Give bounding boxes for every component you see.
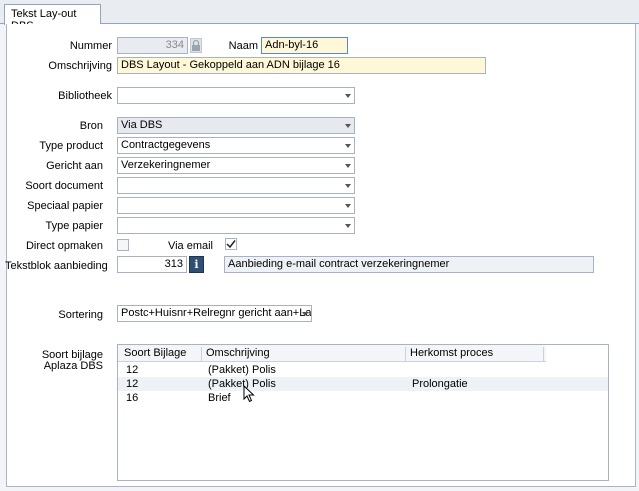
tekstblok-number-field[interactable]: 313 [117,256,187,273]
dropdown-arrow-icon [345,184,351,188]
sortering-label: Sortering [58,309,103,321]
bron-value: Via DBS [121,119,163,131]
cell-soort: 16 [126,392,139,404]
tekstblok-label: Tekstblok aanbieding [5,260,108,272]
gericht-aan-value: Verzekeringnemer [121,159,211,171]
bron-label: Bron [79,120,103,132]
via-email-label: Via email [167,240,213,252]
checkmark-icon [226,240,236,249]
sortering-select[interactable]: Postc+Huisnr+Relregnr gericht aan+Layc [117,305,312,322]
omschrijving-field[interactable]: DBS Layout - Gekoppeld aan ADN bijlage 1… [117,57,486,74]
info-icon[interactable]: i [189,256,204,273]
soort-document-select[interactable] [117,177,355,194]
dropdown-arrow-icon [345,144,351,148]
cell-soort: 12 [126,378,139,390]
type-papier-label: Type papier [45,220,103,232]
direct-opmaken-checkbox[interactable] [117,239,129,251]
column-header-soort-bijlage[interactable]: Soort Bijlage [120,347,202,361]
cell-herkomst: Prolongatie [412,378,468,390]
dropdown-arrow-icon [345,204,351,208]
naam-label: Naam [228,40,258,52]
speciaal-papier-select[interactable] [117,197,355,214]
gericht-aan-select[interactable]: Verzekeringnemer [117,157,355,174]
bibliotheek-select[interactable] [117,87,355,104]
type-product-value: Contractgegevens [121,139,211,151]
naam-field[interactable]: Adn-byl-16 [261,37,348,54]
mouse-cursor-icon [243,385,255,403]
type-product-select[interactable]: Contractgegevens [117,137,355,154]
gericht-aan-label: Gericht aan [46,160,103,172]
table-row[interactable]: 16 Brief [118,391,608,405]
tekstblok-description: Aanbieding e-mail contract verzekeringne… [224,256,594,273]
speciaal-papier-label: Speciaal papier [27,200,103,212]
direct-opmaken-label: Direct opmaken [25,240,103,252]
type-papier-select[interactable] [117,217,355,234]
tab-tekst-layout-dbs[interactable]: Tekst Lay-out DBS [4,4,101,32]
nummer-field: 334 [117,37,188,54]
bijlage-grid[interactable]: Soort Bijlage Omschrijving Herkomst proc… [117,344,609,481]
dropdown-arrow-icon [345,164,351,168]
soort-document-label: Soort document [25,180,103,192]
lock-icon [190,38,202,53]
bron-select[interactable]: Via DBS [117,117,355,134]
column-header-herkomst-proces[interactable]: Herkomst proces [406,347,544,361]
dropdown-arrow-icon [302,312,308,316]
cell-omschrijving: (Pakket) Polis [208,364,276,376]
table-row[interactable]: 12 (Pakket) Polis [118,363,608,377]
column-header-omschrijving[interactable]: Omschrijving [202,347,406,361]
via-email-checkbox[interactable] [225,238,237,250]
dropdown-arrow-icon [345,94,351,98]
bibliotheek-label: Bibliotheek [58,90,112,102]
omschrijving-label: Omschrijving [48,60,112,72]
nummer-label: Nummer [69,40,112,52]
cell-omschrijving: (Pakket) Polis [208,378,276,390]
grid-header: Soort Bijlage Omschrijving Herkomst proc… [118,345,546,362]
dropdown-arrow-icon [345,124,351,128]
cell-omschrijving: Brief [208,392,231,404]
aplaza-dbs-label: Aplaza DBS [43,360,103,372]
dropdown-arrow-icon [345,224,351,228]
sortering-value: Postc+Huisnr+Relregnr gericht aan+Layc [121,307,312,319]
cell-soort: 12 [126,364,139,376]
type-product-label: Type product [39,140,103,152]
table-row[interactable]: 12 (Pakket) Polis Prolongatie [118,377,608,391]
